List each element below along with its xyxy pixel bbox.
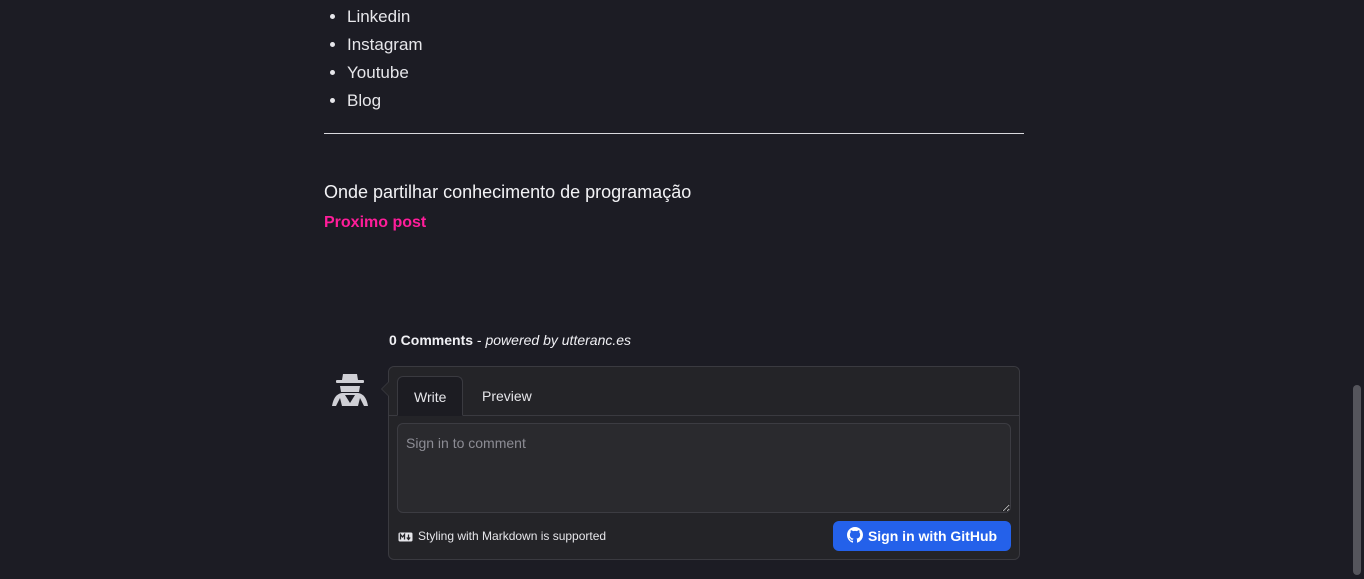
list-item: Blog [347,87,423,115]
scrollbar[interactable] [1350,0,1364,579]
github-icon [846,526,863,546]
comments-count: 0 Comments [389,332,474,348]
markdown-icon [398,531,413,542]
comments-header: 0 Comments - powered by utteranc.es [389,332,631,348]
list-item: Linkedin [347,3,423,31]
comment-form: Write Preview Styling with Markdown is s… [381,366,1020,560]
horizontal-divider [324,133,1024,134]
tab-write[interactable]: Write [397,376,464,416]
anonymous-user-icon [330,370,370,410]
powered-by-text: powered by [485,332,562,348]
instagram-link[interactable]: Instagram [347,35,423,54]
header-separator: - [473,332,486,348]
next-post-title: Onde partilhar conhecimento de programaç… [324,182,692,202]
blog-link[interactable]: Blog [347,91,381,110]
sign-in-github-button[interactable]: Sign in with GitHub [833,521,1011,551]
list-item: Youtube [347,59,423,87]
comment-textarea[interactable] [397,423,1011,513]
social-links-list: Linkedin Instagram Youtube Blog [324,3,423,115]
scrollbar-thumb[interactable] [1353,385,1361,575]
markdown-note-text: Styling with Markdown is supported [418,529,607,543]
linkedin-link[interactable]: Linkedin [347,7,410,26]
comment-tabs: Write Preview [389,367,1019,416]
next-post-link[interactable]: Proximo post [324,214,426,232]
page: Linkedin Instagram Youtube Blog Onde par… [0,0,1364,579]
youtube-link[interactable]: Youtube [347,63,409,82]
markdown-note: Styling with Markdown is supported [398,529,606,543]
sign-in-label: Sign in with GitHub [867,528,998,544]
list-item: Instagram [347,31,423,59]
tab-preview[interactable]: Preview [466,376,548,415]
utterances-link[interactable]: utteranc.es [562,332,631,348]
